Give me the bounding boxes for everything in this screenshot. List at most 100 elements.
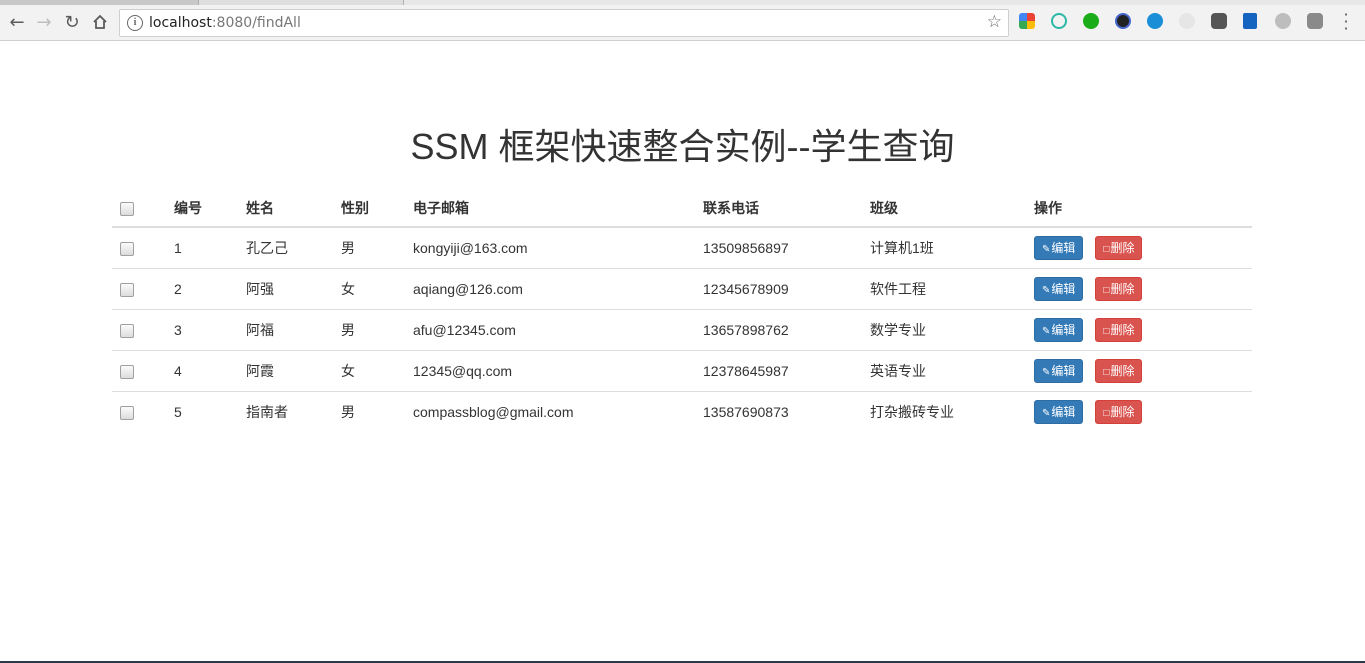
delete-button[interactable]: □删除: [1095, 277, 1143, 301]
delete-button-label: 删除: [1110, 282, 1135, 296]
extension-icon[interactable]: [1051, 13, 1067, 29]
table-row: 4 阿霞 女 12345@qq.com 12378645987 英语专业 ✎编辑…: [112, 350, 1252, 392]
cell-phone: 13587690873: [695, 391, 862, 432]
cell-id: 4: [166, 350, 238, 392]
url-host: localhost: [149, 15, 212, 31]
url-path: :8080/findAll: [211, 15, 301, 31]
extension-icon[interactable]: [1179, 13, 1195, 29]
edit-button-label: 编辑: [1051, 282, 1076, 296]
cell-phone: 13509856897: [695, 226, 862, 269]
delete-button-label: 删除: [1110, 364, 1135, 378]
pencil-icon: ✎: [1042, 367, 1051, 378]
browser-menu-icon[interactable]: · · ·: [1340, 7, 1352, 37]
info-icon[interactable]: i: [127, 15, 143, 31]
cell-phone: 12345678909: [695, 268, 862, 310]
pencil-icon: ✎: [1042, 244, 1051, 255]
address-bar[interactable]: i localhost:8080/findAll ☆: [119, 9, 1009, 37]
delete-button[interactable]: □删除: [1095, 359, 1143, 383]
trash-icon: □: [1103, 285, 1110, 296]
cell-name: 指南者: [238, 391, 333, 432]
cell-id: 5: [166, 391, 238, 432]
trash-icon: □: [1103, 244, 1110, 255]
cell-actions: ✎编辑 □删除: [1026, 391, 1252, 432]
cell-actions: ✎编辑 □删除: [1026, 350, 1252, 392]
column-header-email: 电子邮箱: [405, 190, 695, 228]
cell-phone: 13657898762: [695, 309, 862, 351]
trash-icon: □: [1103, 367, 1110, 378]
extension-icon[interactable]: [1307, 13, 1323, 29]
edit-button-label: 编辑: [1051, 405, 1076, 419]
edit-button[interactable]: ✎编辑: [1034, 359, 1084, 383]
extension-icon[interactable]: [1083, 13, 1099, 29]
delete-button[interactable]: □删除: [1095, 400, 1143, 424]
pencil-icon: ✎: [1042, 408, 1051, 419]
row-select-cell: [112, 268, 166, 310]
edit-button-label: 编辑: [1051, 323, 1076, 337]
cell-gender: 男: [333, 391, 405, 432]
delete-button-label: 删除: [1110, 405, 1135, 419]
row-checkbox[interactable]: [120, 283, 134, 298]
cell-name: 阿福: [238, 309, 333, 351]
home-icon[interactable]: [87, 5, 113, 39]
row-checkbox[interactable]: [120, 365, 134, 380]
cell-email: compassblog@gmail.com: [405, 391, 695, 432]
edit-button[interactable]: ✎编辑: [1034, 277, 1084, 301]
cell-actions: ✎编辑 □删除: [1026, 226, 1252, 269]
select-all-checkbox[interactable]: [120, 202, 134, 217]
extension-icon[interactable]: [1211, 13, 1227, 29]
cell-id: 3: [166, 309, 238, 351]
cell-actions: ✎编辑 □删除: [1026, 268, 1252, 310]
edit-button-label: 编辑: [1051, 364, 1076, 378]
cell-phone: 12378645987: [695, 350, 862, 392]
column-header-name: 姓名: [238, 190, 333, 228]
column-header-actions: 操作: [1026, 190, 1252, 228]
bookmark-star-icon[interactable]: ☆: [987, 12, 1002, 32]
edit-button-label: 编辑: [1051, 241, 1076, 255]
column-header-id: 编号: [166, 190, 238, 228]
cell-class: 英语专业: [862, 350, 1026, 392]
row-checkbox[interactable]: [120, 324, 134, 339]
extension-icon[interactable]: [1275, 13, 1291, 29]
row-checkbox[interactable]: [120, 406, 134, 421]
edit-button[interactable]: ✎编辑: [1034, 318, 1084, 342]
row-select-cell: [112, 309, 166, 351]
cell-class: 打杂搬砖专业: [862, 391, 1026, 432]
table-row: 5 指南者 男 compassblog@gmail.com 1358769087…: [112, 391, 1252, 432]
forward-icon[interactable]: →: [31, 5, 57, 39]
extension-icon[interactable]: [1243, 13, 1257, 29]
table-header-row: 编号 姓名 性别 电子邮箱 联系电话 班级 操作: [112, 190, 1252, 228]
cell-name: 阿霞: [238, 350, 333, 392]
trash-icon: □: [1103, 408, 1110, 419]
reload-icon[interactable]: ↻: [59, 5, 85, 39]
delete-button[interactable]: □删除: [1095, 318, 1143, 342]
select-all-cell: [112, 190, 166, 228]
table-row: 3 阿福 男 afu@12345.com 13657898762 数学专业 ✎编…: [112, 309, 1252, 351]
row-select-cell: [112, 391, 166, 432]
delete-button[interactable]: □删除: [1095, 236, 1143, 260]
cell-name: 阿强: [238, 268, 333, 310]
back-icon[interactable]: ←: [4, 5, 30, 39]
pencil-icon: ✎: [1042, 326, 1051, 337]
table-row: 2 阿强 女 aqiang@126.com 12345678909 软件工程 ✎…: [112, 268, 1252, 310]
cell-email: aqiang@126.com: [405, 268, 695, 310]
extension-icon[interactable]: [1147, 13, 1163, 29]
edit-button[interactable]: ✎编辑: [1034, 400, 1084, 424]
cell-gender: 女: [333, 350, 405, 392]
cell-actions: ✎编辑 □删除: [1026, 309, 1252, 351]
cell-gender: 男: [333, 309, 405, 351]
cell-class: 计算机1班: [862, 226, 1026, 269]
extension-icon[interactable]: [1019, 13, 1035, 29]
delete-button-label: 删除: [1110, 323, 1135, 337]
row-select-cell: [112, 350, 166, 392]
cell-email: afu@12345.com: [405, 309, 695, 351]
column-header-gender: 性别: [333, 190, 405, 228]
cell-gender: 女: [333, 268, 405, 310]
browser-toolbar: ← → ↻ i localhost:8080/findAll ☆ · · ·: [0, 5, 1365, 41]
row-select-cell: [112, 226, 166, 269]
extension-icon[interactable]: [1115, 13, 1131, 29]
cell-id: 2: [166, 268, 238, 310]
cell-class: 数学专业: [862, 309, 1026, 351]
edit-button[interactable]: ✎编辑: [1034, 236, 1084, 260]
row-checkbox[interactable]: [120, 242, 134, 257]
column-header-class: 班级: [862, 190, 1026, 228]
